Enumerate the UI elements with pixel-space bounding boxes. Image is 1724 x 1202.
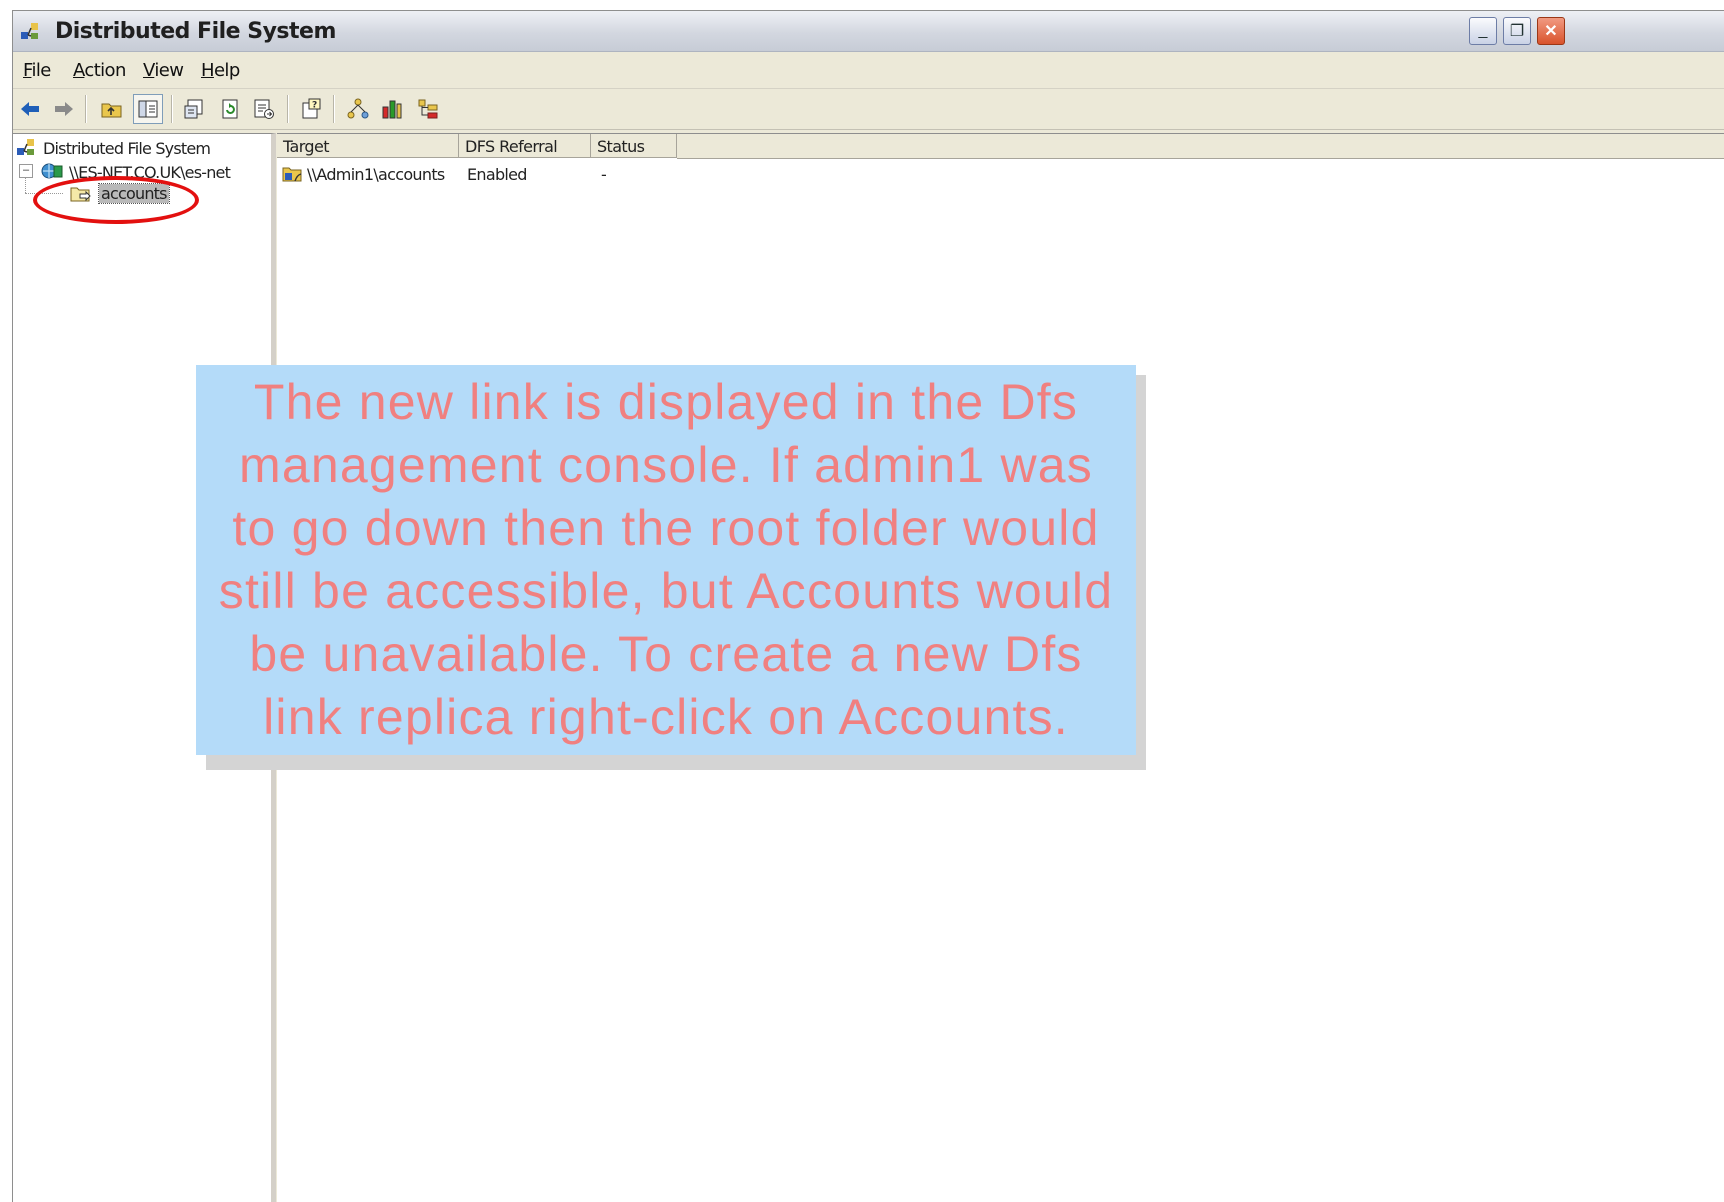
title-bar[interactable]: Distributed File System _ ❐ ✕ bbox=[13, 11, 1724, 52]
up-folder-icon[interactable] bbox=[97, 94, 127, 124]
toolbar-separator bbox=[85, 95, 87, 123]
toolbar-separator bbox=[333, 95, 335, 123]
annotation-callout: The new link is displayed in the Dfs man… bbox=[196, 365, 1136, 755]
menu-action[interactable]: Action bbox=[73, 60, 126, 81]
target-cell[interactable]: \\Admin1\accounts bbox=[307, 165, 445, 184]
dfs-app-icon bbox=[19, 20, 41, 42]
highlight-ellipse bbox=[33, 176, 199, 224]
toolbar-separator bbox=[171, 95, 173, 123]
tree-item-dfs[interactable]: Distributed File System bbox=[43, 139, 211, 158]
status-cell: - bbox=[601, 165, 607, 184]
dfs-namespace-icon bbox=[41, 160, 63, 182]
referral-cell: Enabled bbox=[467, 165, 527, 184]
menu-view[interactable]: View bbox=[143, 60, 184, 81]
help-icon[interactable]: ? bbox=[297, 94, 327, 124]
column-header-filler bbox=[677, 134, 1724, 159]
forward-icon[interactable] bbox=[49, 94, 79, 124]
column-header-status[interactable]: Status bbox=[591, 134, 677, 158]
menu-bar: File Action View Help bbox=[13, 52, 1724, 89]
svg-text:?: ? bbox=[312, 101, 317, 111]
refresh-icon[interactable] bbox=[215, 94, 245, 124]
toolbar: ? bbox=[13, 89, 1724, 130]
properties-icon[interactable] bbox=[179, 94, 209, 124]
replication-icon[interactable] bbox=[343, 94, 373, 124]
column-header-referral[interactable]: DFS Referral bbox=[459, 134, 591, 158]
status-icon[interactable] bbox=[377, 94, 407, 124]
menu-file[interactable]: File bbox=[23, 60, 51, 81]
dfs-root-icon bbox=[15, 136, 37, 158]
back-icon[interactable] bbox=[15, 94, 45, 124]
menu-help[interactable]: Help bbox=[201, 60, 240, 81]
filter-icon[interactable] bbox=[413, 94, 443, 124]
collapse-toggle[interactable]: – bbox=[19, 164, 33, 178]
show-hide-tree-icon[interactable] bbox=[133, 94, 163, 124]
window-title: Distributed File System bbox=[55, 19, 336, 44]
minimize-button[interactable]: _ bbox=[1469, 17, 1497, 45]
shared-folder-icon bbox=[281, 162, 303, 184]
tree-connector bbox=[25, 177, 26, 193]
restore-button[interactable]: ❐ bbox=[1503, 17, 1531, 45]
close-button[interactable]: ✕ bbox=[1537, 17, 1565, 45]
toolbar-separator bbox=[287, 95, 289, 123]
export-list-icon[interactable] bbox=[249, 94, 279, 124]
callout-text: The new link is displayed in the Dfs man… bbox=[218, 374, 1114, 745]
column-header-target[interactable]: Target bbox=[277, 134, 459, 158]
